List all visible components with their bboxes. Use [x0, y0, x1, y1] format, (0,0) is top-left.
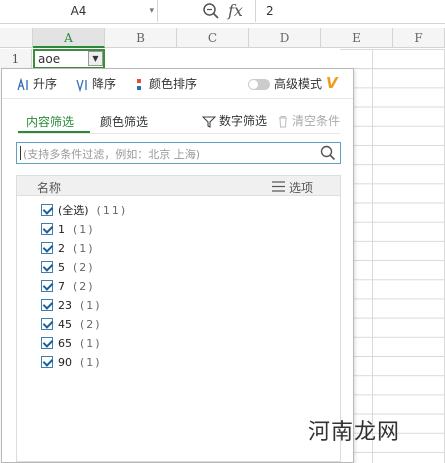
column-header-row: A B C D E F: [0, 28, 445, 48]
search-input[interactable]: (支持多条件过滤，例如：北京 上海): [16, 142, 341, 164]
clear-conditions-label: 清空条件: [292, 114, 341, 128]
zoom-search-icon[interactable]: [202, 2, 220, 20]
item-count: (2): [73, 280, 95, 293]
item-count: (1): [80, 356, 102, 369]
advanced-mode-toggle[interactable]: [248, 79, 270, 90]
list-item[interactable]: 2 (1): [41, 241, 95, 257]
checkbox[interactable]: [41, 280, 53, 292]
column-header-c[interactable]: C: [177, 28, 249, 48]
item-label: 7: [58, 280, 65, 293]
item-label: 23: [58, 299, 72, 312]
list-item[interactable]: 23 (1): [41, 298, 102, 314]
checkbox[interactable]: [41, 356, 53, 368]
tab-divider: [18, 133, 340, 134]
item-label: 65: [58, 337, 72, 350]
number-filter-button[interactable]: 数字筛选: [201, 112, 268, 129]
checkbox[interactable]: [41, 242, 53, 254]
checkbox[interactable]: [41, 204, 53, 216]
list-item[interactable]: 5 (2): [41, 260, 95, 276]
color-sort-button[interactable]: 颜色排序: [134, 76, 197, 92]
column-header-f[interactable]: F: [393, 28, 445, 48]
vip-badge-icon[interactable]: V: [326, 74, 338, 92]
checkbox[interactable]: [41, 223, 53, 235]
list-item[interactable]: 90 (1): [41, 355, 102, 371]
list-item[interactable]: 1 (1): [41, 222, 95, 238]
item-label: 45: [58, 318, 72, 331]
filter-tabs: 内容筛选 颜色筛选 数字筛选 清空条件: [2, 105, 353, 135]
clear-conditions-button[interactable]: 清空条件: [277, 112, 340, 129]
list-item-select-all[interactable]: (全选) (11): [41, 203, 127, 219]
search-placeholder: (支持多条件过滤，例如：北京 上海): [23, 148, 201, 161]
item-count: (1): [73, 242, 95, 255]
formula-input[interactable]: 2: [255, 0, 445, 22]
chevron-down-icon[interactable]: ▾: [149, 0, 154, 22]
item-count: (1): [73, 223, 95, 236]
item-label: 1: [58, 223, 65, 236]
text-caret: [20, 146, 21, 160]
item-label: 90: [58, 356, 72, 369]
formula-bar: A4 ▾ fx 2: [0, 0, 445, 24]
item-count: (2): [80, 318, 102, 331]
sort-descending-button[interactable]: 降序: [75, 76, 116, 92]
item-label: 2: [58, 242, 65, 255]
active-tab-indicator: [18, 131, 90, 133]
list-item[interactable]: 7 (2): [41, 279, 95, 295]
item-count: (1): [80, 299, 102, 312]
color-sort-label: 颜色排序: [149, 77, 198, 91]
value-list: 名称 选项 (全选) (11) 1 (1) 2 (1) 5 (2) 7 (2) 23 (1): [16, 175, 341, 462]
list-header-name: 名称: [37, 181, 62, 195]
sort-ascending-label: 升序: [33, 77, 58, 91]
column-header-b[interactable]: B: [105, 28, 177, 48]
sheet-grid[interactable]: [340, 49, 445, 463]
item-count: (11): [96, 204, 128, 217]
filter-toolbar: 升序 降序 颜色排序 高级模式 V: [2, 69, 353, 99]
name-box[interactable]: A4 ▾: [0, 0, 158, 22]
list-header: 名称 选项: [17, 176, 340, 196]
funnel-icon: [201, 115, 217, 128]
filter-dropdown-button[interactable]: ▼: [88, 51, 103, 66]
checkbox[interactable]: [41, 299, 53, 311]
column-header-e[interactable]: E: [321, 28, 393, 48]
column-header-d[interactable]: D: [249, 28, 321, 48]
item-label: 5: [58, 261, 65, 274]
filter-panel: 升序 降序 颜色排序 高级模式 V 内容筛选 颜色筛选 数字筛选 清空条件 (支…: [1, 68, 354, 463]
sort-ascending-button[interactable]: 升序: [16, 76, 57, 92]
options-button[interactable]: 选项: [289, 179, 313, 196]
checkbox[interactable]: [41, 318, 53, 330]
tab-color-filter[interactable]: 颜色筛选: [100, 113, 148, 130]
sort-descending-icon: [76, 79, 87, 92]
item-count: (2): [73, 261, 95, 274]
item-count: (1): [80, 337, 102, 350]
item-label: (全选): [58, 204, 89, 217]
menu-icon[interactable]: [272, 181, 285, 192]
tab-content-filter[interactable]: 内容筛选: [26, 113, 74, 130]
search-icon[interactable]: [320, 145, 336, 161]
watermark-text: 河南龙网: [308, 420, 401, 445]
trash-icon: [279, 116, 287, 128]
list-item[interactable]: 65 (1): [41, 336, 102, 352]
name-box-value: A4: [70, 4, 87, 18]
number-filter-label: 数字筛选: [219, 114, 268, 128]
row-header-1[interactable]: 1: [0, 49, 32, 69]
corner-cell[interactable]: [0, 28, 33, 48]
sort-descending-label: 降序: [92, 77, 117, 91]
list-item[interactable]: 45 (2): [41, 317, 102, 333]
fx-icon[interactable]: fx: [228, 0, 243, 22]
checkbox[interactable]: [41, 337, 53, 349]
advanced-mode-label: 高级模式: [274, 77, 323, 91]
checkbox[interactable]: [41, 261, 53, 273]
column-header-a[interactable]: A: [33, 28, 105, 48]
sort-ascending-icon: [17, 77, 28, 90]
color-sort-icon: [137, 78, 141, 90]
